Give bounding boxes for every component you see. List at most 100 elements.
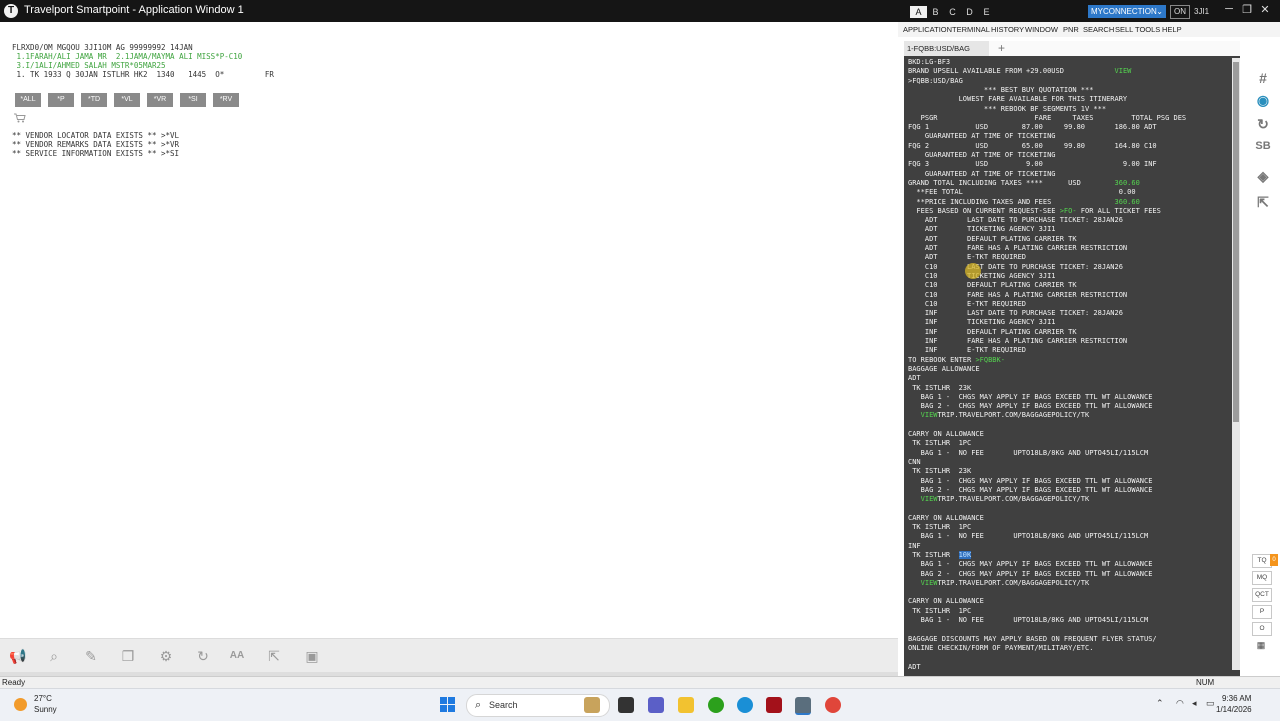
file-explorer-icon[interactable] bbox=[678, 697, 694, 713]
terminal-line: ADT TICKETING AGENCY 3JI1 bbox=[908, 225, 1056, 234]
add-tab-icon[interactable]: + bbox=[998, 41, 1005, 55]
travelport-logo-icon: T bbox=[4, 4, 18, 18]
pencil-icon[interactable]: ✎ bbox=[83, 648, 99, 664]
o-pill-button[interactable]: O bbox=[1252, 622, 1272, 636]
workspace-tab-a[interactable]: A bbox=[910, 6, 927, 18]
terminal-line: INF bbox=[908, 541, 921, 550]
cart-icon[interactable] bbox=[14, 113, 26, 123]
connection-select[interactable]: MYCONNECTION ⌄ bbox=[1088, 5, 1166, 18]
menu-application[interactable]: APPLICATION bbox=[903, 25, 952, 34]
terminal-line: GRAND TOTAL INCLUDING TAXES **** USD 360… bbox=[908, 178, 1140, 187]
battery-icon[interactable]: ▭ bbox=[1206, 698, 1215, 709]
acrobat-icon[interactable] bbox=[766, 697, 782, 713]
terminal-line: VIEWTRIP.TRAVELPORT.COM/BAGGAGEPOLICY/TK bbox=[920, 411, 1090, 420]
terminal-output[interactable]: BKD:LG-BF3 BRAND UPSELL AVAILABLE FROM +2… bbox=[904, 56, 1240, 694]
td-button[interactable]: *TD bbox=[81, 93, 107, 107]
refresh-icon[interactable]: ↻ bbox=[195, 648, 211, 664]
image-icon[interactable]: ▣ bbox=[304, 648, 320, 664]
wifi-icon[interactable]: ◠ bbox=[1176, 698, 1184, 709]
chrome-icon[interactable] bbox=[825, 697, 841, 713]
terminal-line: FQG 2 USD 65.00 99.80 164.80 C10 bbox=[908, 141, 1157, 150]
workspace-tab-b[interactable]: B bbox=[927, 6, 944, 18]
p-pill-button[interactable]: P bbox=[1252, 605, 1272, 619]
workspace-tab-c[interactable]: C bbox=[944, 6, 961, 18]
external-link-icon[interactable]: ⇱ bbox=[266, 648, 282, 664]
terminal-line: ADT bbox=[908, 374, 921, 383]
teams-icon[interactable] bbox=[648, 697, 664, 713]
connection-toggle[interactable]: ON bbox=[1170, 5, 1190, 19]
terminal-app-icon[interactable] bbox=[618, 697, 634, 713]
workspace-tab-d[interactable]: D bbox=[961, 6, 978, 18]
scrollbar-thumb[interactable] bbox=[1233, 62, 1239, 422]
maximize-icon[interactable]: ❐ bbox=[1240, 3, 1254, 16]
terminal-line: BAG 2 - CHGS MAY APPLY IF BAGS EXCEED TT… bbox=[908, 402, 1153, 411]
close-icon[interactable]: ✕ bbox=[1258, 3, 1272, 16]
weather-condition[interactable]: Sunny bbox=[34, 705, 57, 714]
copy-icon[interactable]: ❐ bbox=[120, 648, 136, 664]
smartpoint-app-icon[interactable] bbox=[795, 697, 811, 715]
mq-button[interactable]: MQ bbox=[1252, 571, 1272, 585]
weather-temperature[interactable]: 27°C bbox=[34, 694, 52, 703]
terminal-line: TK ISTLHR 1PC bbox=[908, 439, 972, 448]
menu-help[interactable]: HELP bbox=[1162, 25, 1182, 34]
qct-button[interactable]: QCT bbox=[1252, 588, 1272, 602]
terminal-tabstrip: 1-FQBB:USD/BAG + bbox=[904, 41, 1240, 57]
all-button[interactable]: *ALL bbox=[15, 93, 41, 107]
menu-terminal[interactable]: TERMINAL bbox=[952, 25, 990, 34]
sb-icon[interactable]: SB bbox=[1252, 140, 1274, 152]
quick-command-buttons: *ALL *P *TD *VL *VR *SI *RV bbox=[15, 93, 239, 107]
menu-sell[interactable]: SELL bbox=[1115, 25, 1133, 34]
windows-start-icon[interactable] bbox=[440, 697, 456, 713]
p-button[interactable]: *P bbox=[48, 93, 74, 107]
vendor-locator-line[interactable]: ** VENDOR LOCATOR DATA EXISTS ** >*VL bbox=[12, 131, 179, 140]
vr-button[interactable]: *VR bbox=[147, 93, 173, 107]
menu-history[interactable]: HISTORY bbox=[991, 25, 1024, 34]
menu-tools[interactable]: TOOLS bbox=[1135, 25, 1160, 34]
clock-date[interactable]: 1/14/2026 bbox=[1216, 705, 1252, 714]
menu-search[interactable]: SEARCH bbox=[1083, 25, 1114, 34]
terminal-line: TK ISTLHR 23K bbox=[908, 383, 972, 392]
tag-icon[interactable]: ◈ bbox=[1252, 168, 1274, 185]
terminal-line: BAGGAGE DISCOUNTS MAY APPLY BASED ON FRE… bbox=[908, 634, 1157, 643]
terminal-line: BAG 1 - NO FEE UPTO18LB/8KG AND UPTO45LI… bbox=[908, 616, 1149, 624]
terminal-tab[interactable]: 1-FQBB:USD/BAG bbox=[904, 41, 989, 56]
tq-button[interactable]: TQ bbox=[1252, 554, 1272, 568]
taskbar: 27°C Sunny ⌕ Search ⌃ ◠ ◂ ▭ 9:36 AM 1/14… bbox=[0, 688, 1280, 721]
clock-time[interactable]: 9:36 AM bbox=[1222, 694, 1251, 703]
menu-window[interactable]: WINDOW bbox=[1025, 25, 1058, 34]
quickbooks-icon[interactable] bbox=[708, 697, 724, 713]
terminal-line: TK ISTLHR 1PC bbox=[908, 523, 972, 531]
megaphone-icon[interactable]: 📢 bbox=[9, 648, 26, 664]
grid-icon[interactable]: ▦ bbox=[1252, 639, 1270, 651]
terminal-line: VIEWTRIP.TRAVELPORT.COM/BAGGAGEPOLICY/TK bbox=[920, 578, 1090, 587]
terminal-line: CARRY ON ALLOWANCE bbox=[908, 513, 984, 522]
folder-app-icon[interactable] bbox=[584, 697, 600, 713]
pnr-segment-line[interactable]: 1. TK 1933 Q 30JAN ISTLHR HK2 1340 1445 … bbox=[12, 70, 274, 79]
search-icon[interactable]: ⌕ bbox=[46, 648, 62, 664]
hash-icon[interactable]: # bbox=[1252, 70, 1274, 86]
workspace-tab-e[interactable]: E bbox=[978, 6, 995, 18]
si-button[interactable]: *SI bbox=[180, 93, 206, 107]
vl-button[interactable]: *VL bbox=[114, 93, 140, 107]
text-size-icon[interactable]: AA bbox=[229, 648, 245, 664]
terminal-line: ADT DEFAULT PLATING CARRIER TK bbox=[908, 234, 1077, 243]
speaker-icon[interactable]: ◂ bbox=[1192, 698, 1197, 709]
service-info-line[interactable]: ** SERVICE INFORMATION EXISTS ** >*SI bbox=[12, 149, 179, 158]
terminal-toolbar: 📢 ⌕ ✎ ❐ ⚙ ↻ AA ⇱ ▣ bbox=[0, 638, 898, 673]
vendor-remarks-line[interactable]: ** VENDOR REMARKS DATA EXISTS ** >*VR bbox=[12, 140, 179, 149]
external-link-icon[interactable]: ⇱ bbox=[1252, 194, 1274, 211]
rv-button[interactable]: *RV bbox=[213, 93, 239, 107]
terminal-scrollbar[interactable] bbox=[1232, 58, 1240, 670]
pnr-header-line: FLRXD0/OM MGQOU 3JI1OM AG 99999992 14JAN bbox=[12, 43, 193, 52]
edge-icon[interactable] bbox=[737, 697, 753, 713]
menu-pnr[interactable]: PNR bbox=[1063, 25, 1079, 34]
sun-icon[interactable] bbox=[14, 698, 27, 711]
globe-icon[interactable]: ◉ bbox=[1252, 92, 1274, 109]
terminal-line: INF LAST DATE TO PURCHASE TICKET: 28JAN2… bbox=[908, 309, 1123, 318]
minimize-icon[interactable]: ─ bbox=[1222, 3, 1236, 15]
gear-icon[interactable]: ⚙ bbox=[158, 648, 174, 664]
sync-icon[interactable]: ↻ bbox=[1252, 116, 1274, 133]
chevron-up-icon[interactable]: ⌃ bbox=[1156, 698, 1164, 709]
terminal-line: C10 DEFAULT PLATING CARRIER TK bbox=[908, 281, 1077, 290]
terminal-line: PSGR FARE TAXES TOTAL PSG DES bbox=[908, 113, 1187, 122]
